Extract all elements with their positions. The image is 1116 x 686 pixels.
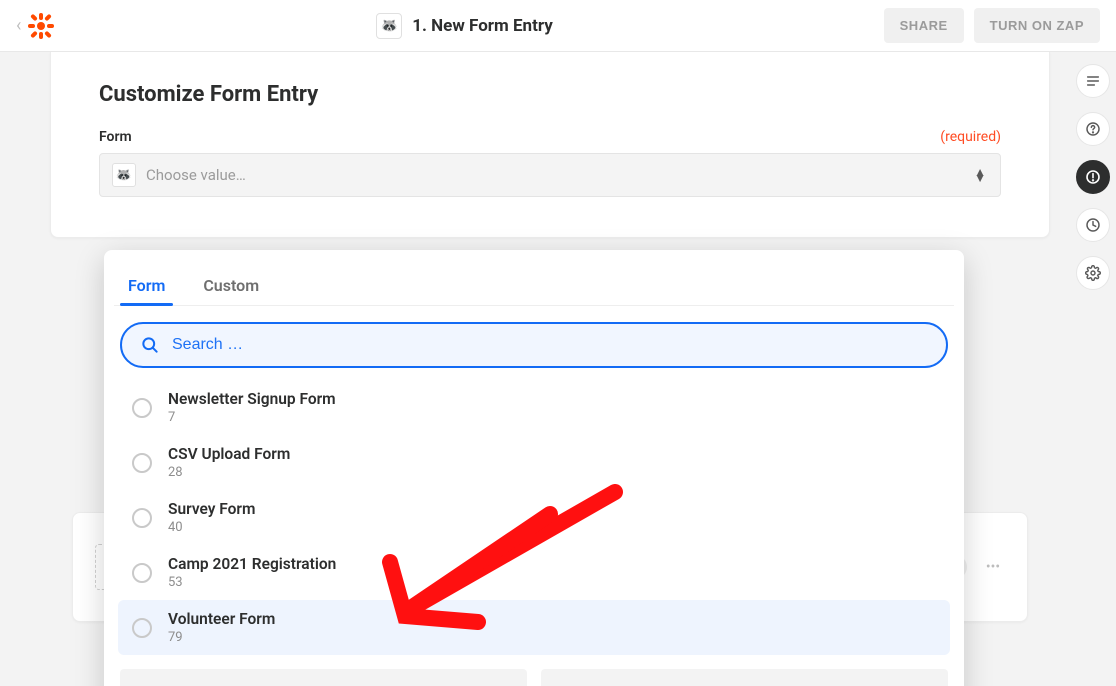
gear-icon[interactable]	[1076, 256, 1110, 290]
list-item[interactable]: CSV Upload Form 28	[118, 435, 950, 490]
option-sub: 28	[168, 465, 290, 480]
option-sub: 79	[168, 630, 275, 645]
outline-icon[interactable]	[1076, 64, 1110, 98]
search-icon	[140, 335, 160, 355]
form-select-placeholder: Choose value…	[146, 166, 246, 184]
form-dropdown-popover: Form Custom Newsletter Signup Form 7 CSV…	[104, 250, 964, 686]
back-caret-icon[interactable]: ‹	[16, 15, 21, 36]
list-item[interactable]: Volunteer Form 79	[118, 600, 950, 655]
topbar-center: 🦝 1. New Form Entry	[55, 13, 873, 39]
radio-icon	[132, 508, 152, 528]
section-title: Customize Form Entry	[99, 82, 1001, 107]
workspace: Customize Form Entry Form (required) 🦝 C…	[0, 52, 1116, 686]
right-rail	[1070, 58, 1116, 290]
form-field-label: Form	[99, 129, 132, 145]
share-button[interactable]: SHARE	[884, 8, 964, 43]
dropdown-footer: LOAD MORE CLEAR	[120, 669, 948, 686]
option-title: Newsletter Signup Form	[168, 390, 336, 408]
option-title: Survey Form	[168, 500, 255, 518]
dropdown-tabs: Form Custom	[114, 258, 954, 306]
field-label-row: Form (required)	[99, 129, 1001, 145]
list-item[interactable]: Survey Form 40	[118, 490, 950, 545]
history-icon[interactable]	[1076, 208, 1110, 242]
option-sub: 53	[168, 575, 336, 590]
load-more-button[interactable]: LOAD MORE	[120, 669, 527, 686]
option-title: Camp 2021 Registration	[168, 555, 336, 573]
help-circle-icon[interactable]	[1076, 112, 1110, 146]
form-select[interactable]: 🦝 Choose value… ▲▼	[99, 153, 1001, 197]
option-title: CSV Upload Form	[168, 445, 290, 463]
search-field[interactable]	[120, 322, 948, 368]
tab-form[interactable]: Form	[124, 266, 169, 305]
radio-icon	[132, 563, 152, 583]
clear-button[interactable]: CLEAR	[541, 669, 948, 686]
option-title: Volunteer Form	[168, 610, 275, 628]
step-title: 1. New Form Entry	[412, 16, 553, 36]
top-bar: ‹ 🦝 1. New Form Entry SHARE TURN ON ZAP	[0, 0, 1116, 52]
required-indicator: (required)	[940, 129, 1001, 145]
list-item[interactable]: Newsletter Signup Form 7	[118, 380, 950, 435]
form-options-list: Newsletter Signup Form 7 CSV Upload Form…	[114, 380, 954, 655]
radio-icon	[132, 398, 152, 418]
option-sub: 7	[168, 410, 336, 425]
customize-step-card: Customize Form Entry Form (required) 🦝 C…	[50, 52, 1050, 238]
list-item[interactable]: Camp 2021 Registration 53	[118, 545, 950, 600]
trigger-app-icon: 🦝	[376, 13, 402, 39]
alert-icon[interactable]	[1076, 160, 1110, 194]
trigger-app-mini-icon: 🦝	[112, 163, 136, 187]
more-menu-icon[interactable]: •••	[981, 555, 1005, 579]
search-input[interactable]	[172, 336, 928, 354]
radio-icon	[132, 453, 152, 473]
radio-icon	[132, 618, 152, 638]
tab-custom[interactable]: Custom	[199, 266, 263, 305]
turn-on-zap-button[interactable]: TURN ON ZAP	[974, 8, 1100, 43]
option-sub: 40	[168, 520, 255, 535]
zapier-logo-icon[interactable]	[27, 12, 55, 40]
updown-icon: ▲▼	[974, 169, 986, 181]
